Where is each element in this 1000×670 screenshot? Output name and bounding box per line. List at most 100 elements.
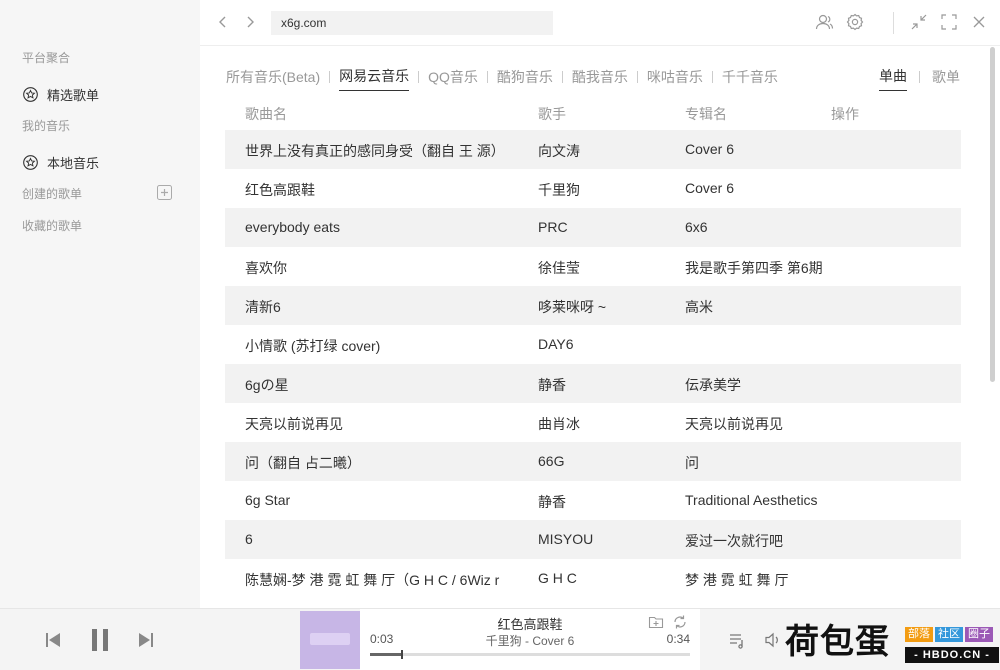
result-type-tabs: 单曲 歌单 (879, 66, 960, 91)
song-album[interactable]: 问 (685, 453, 885, 473)
watermark-tag: 圈子 (965, 627, 993, 642)
fullscreen-icon[interactable] (939, 12, 959, 32)
table-row[interactable]: 陈慧娴-梦 港 霓 虹 舞 厅（G H C / 6Wiz r G H C 梦 港 霓… (225, 559, 961, 598)
sidebar-item-featured[interactable]: 精选歌单 (22, 85, 99, 104)
tab-kuwo[interactable]: 酷我音乐 (572, 67, 628, 91)
star-icon (23, 155, 38, 170)
song-album[interactable]: 梦 港 霓 虹 舞 厅 (685, 570, 885, 590)
table-row[interactable]: 天亮以前说再见 曲肖冰 天亮以前说再见 (225, 403, 961, 442)
table-row[interactable]: 问（翻自 占二曦） 66G 问 (225, 442, 961, 481)
song-album[interactable]: 我是歌手第四季 第6期 (685, 258, 885, 278)
total-time: 0:34 (666, 632, 690, 646)
song-album[interactable]: 天亮以前说再见 (685, 414, 885, 434)
song-artist[interactable]: 向文涛 (538, 141, 678, 161)
table-header: 歌曲名 歌手 专辑名 操作 (225, 104, 961, 124)
tab-netease[interactable]: 网易云音乐 (339, 66, 410, 91)
song-album[interactable]: Traditional Aesthetics (685, 492, 885, 508)
platform-section-label: 平台聚合 (22, 51, 71, 65)
tab-divider (329, 70, 331, 83)
watermark-tag: 部落 (905, 627, 933, 642)
sidebar-item-featured-label: 精选歌单 (47, 88, 100, 103)
song-album[interactable]: 爱过一次就行吧 (685, 531, 885, 551)
tab-qianqian[interactable]: 千千音乐 (722, 67, 778, 91)
table-row[interactable]: everybody eats PRC 6x6 (225, 208, 961, 247)
cover-art-detail (310, 633, 350, 645)
table-row[interactable]: 6gの星 静香 伝承美学 (225, 364, 961, 403)
song-artist[interactable]: MISYOU (538, 531, 678, 547)
forward-icon[interactable] (243, 14, 257, 30)
tab-songs[interactable]: 单曲 (879, 66, 907, 91)
table-row[interactable]: 小情歌 (苏打绿 cover) DAY6 (225, 325, 961, 364)
add-to-playlist-icon[interactable] (648, 614, 664, 630)
pause-icon[interactable] (89, 627, 111, 653)
table-row[interactable]: 6g Star 静香 Traditional Aesthetics (225, 481, 961, 520)
table-row[interactable]: 世界上没有真正的感同身受（翻自 王 源） 向文涛 Cover 6 (225, 130, 961, 169)
tab-divider (486, 70, 488, 83)
song-album[interactable]: Cover 6 (685, 141, 885, 157)
watermark-url: - HBDO.CN - (905, 647, 999, 663)
song-name: 陈慧娴-梦 港 霓 虹 舞 厅（G H C / 6Wiz r (245, 572, 500, 588)
sidebar-item-local-label: 本地音乐 (47, 156, 100, 171)
next-icon[interactable] (137, 631, 155, 649)
playlist-queue-icon[interactable] (728, 631, 746, 649)
tab-migu[interactable]: 咪咕音乐 (647, 67, 703, 91)
song-artist[interactable]: 静香 (538, 492, 678, 512)
album-cover[interactable] (300, 611, 360, 669)
watermark-brand: 荷包蛋 (785, 622, 890, 662)
table-row[interactable]: 6 MISYOU 爱过一次就行吧 (225, 520, 961, 559)
tab-all[interactable]: 所有音乐(Beta) (226, 67, 320, 91)
progress-bar[interactable] (370, 650, 690, 659)
volume-icon[interactable] (764, 631, 782, 649)
now-playing-subtitle: 千里狗 - Cover 6 (485, 634, 575, 648)
watermark-tag: 社区 (935, 627, 963, 642)
song-artist[interactable]: G H C (538, 570, 678, 586)
song-name: 喜欢你 (245, 260, 287, 276)
close-icon[interactable] (969, 12, 989, 32)
star-icon (23, 87, 38, 102)
song-artist[interactable]: 哆莱咪呀 ~ (538, 297, 678, 317)
minimize-icon[interactable] (909, 12, 929, 32)
song-name: 小情歌 (苏打绿 cover) (245, 338, 381, 354)
scrollbar[interactable] (990, 47, 995, 382)
song-name: 天亮以前说再见 (245, 416, 343, 432)
song-name: 红色高跟鞋 (245, 182, 315, 198)
song-name: 6 (245, 531, 253, 547)
toolbar-divider (893, 12, 894, 34)
song-album[interactable]: 高米 (685, 297, 885, 317)
tab-divider (919, 70, 920, 83)
song-album[interactable]: 伝承美学 (685, 375, 885, 395)
song-album[interactable]: 6x6 (685, 219, 885, 235)
created-playlists-label: 创建的歌单 (22, 187, 83, 201)
song-artist[interactable]: 曲肖冰 (538, 414, 678, 434)
song-artist[interactable]: 66G (538, 453, 678, 469)
source-tabs: 所有音乐(Beta) 网易云音乐 QQ音乐 酷狗音乐 酷我音乐 咪咕音乐 千千音… (226, 66, 778, 91)
song-name: 问（翻自 占二曦） (245, 455, 361, 471)
progress-knob[interactable] (401, 650, 403, 659)
table-row[interactable]: 红色高跟鞋 千里狗 Cover 6 (225, 169, 961, 208)
tab-qq[interactable]: QQ音乐 (428, 67, 478, 91)
user-icon[interactable] (814, 12, 834, 32)
song-artist[interactable]: DAY6 (538, 336, 678, 352)
tab-kugou[interactable]: 酷狗音乐 (497, 67, 553, 91)
sidebar-item-local[interactable]: 本地音乐 (22, 153, 99, 172)
tab-divider (418, 70, 420, 83)
watermark-tags: 部落 社区 圈子 (905, 627, 993, 642)
song-artist[interactable]: 千里狗 (538, 180, 678, 200)
tab-playlists[interactable]: 歌单 (932, 67, 960, 91)
loop-icon[interactable] (672, 614, 688, 630)
song-artist[interactable]: 静香 (538, 375, 678, 395)
column-header-album: 专辑名 (685, 106, 727, 122)
song-artist[interactable]: 徐佳莹 (538, 258, 678, 278)
add-playlist-icon[interactable] (157, 185, 172, 200)
previous-icon[interactable] (44, 631, 62, 649)
settings-icon[interactable] (845, 12, 865, 32)
now-playing-panel: 红色高跟鞋 千里狗 - Cover 6 0:03 0:34 (360, 609, 700, 670)
address-input[interactable] (271, 11, 553, 35)
song-artist[interactable]: PRC (538, 219, 678, 235)
table-row[interactable]: 清新6 哆莱咪呀 ~ 高米 (225, 286, 961, 325)
current-time: 0:03 (370, 632, 394, 646)
column-header-name: 歌曲名 (245, 106, 287, 122)
table-row[interactable]: 喜欢你 徐佳莹 我是歌手第四季 第6期 (225, 247, 961, 286)
back-icon[interactable] (216, 14, 230, 30)
song-album[interactable]: Cover 6 (685, 180, 885, 196)
